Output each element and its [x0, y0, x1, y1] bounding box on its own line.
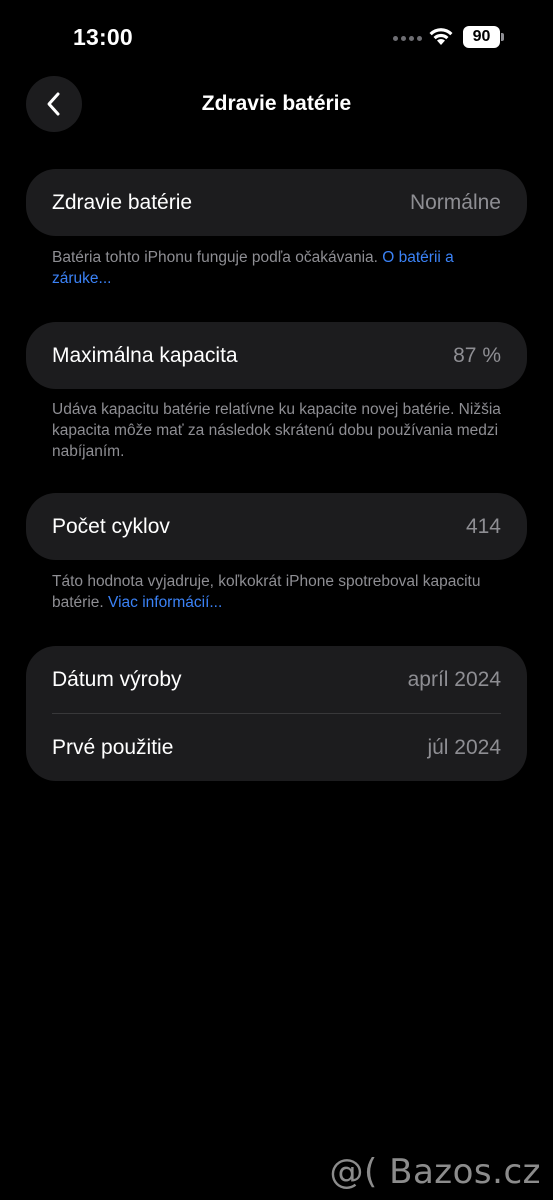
- cycle-count-value: 414: [465, 514, 501, 538]
- max-capacity-card: Maximálna kapacita 87 %: [26, 322, 527, 389]
- cycle-count-card: Počet cyklov 414: [26, 493, 527, 560]
- max-capacity-row: Maximálna kapacita 87 %: [26, 322, 527, 389]
- signal-dots-icon: [393, 36, 422, 41]
- more-info-link[interactable]: Viac informácií...: [108, 594, 222, 611]
- manufacture-date-row: Dátum výroby apríl 2024: [26, 646, 527, 713]
- cycle-count-row: Počet cyklov 414: [26, 493, 527, 560]
- battery-icon: 90: [463, 26, 504, 48]
- battery-health-value: Normálne: [409, 190, 501, 214]
- battery-health-card: Zdravie batérie Normálne: [26, 169, 527, 236]
- battery-health-row: Zdravie batérie Normálne: [26, 169, 527, 236]
- cycle-count-footnote: Táto hodnota vyjadruje, koľkokrát iPhone…: [52, 571, 512, 613]
- first-use-row: Prvé použitie júl 2024: [26, 714, 527, 781]
- battery-health-footnote-text: Batéria tohto iPhonu funguje podľa očaká…: [52, 249, 383, 266]
- page-title: Zdravie batérie: [201, 92, 352, 115]
- max-capacity-label: Maximálna kapacita: [52, 343, 238, 367]
- battery-health-footnote: Batéria tohto iPhonu funguje podľa očaká…: [52, 247, 512, 289]
- first-use-label: Prvé použitie: [52, 735, 174, 759]
- max-capacity-footnote: Udáva kapacitu batérie relatívne ku kapa…: [52, 401, 501, 460]
- battery-health-label: Zdravie batérie: [52, 190, 193, 214]
- cycle-count-label: Počet cyklov: [52, 514, 170, 538]
- max-capacity-value: 87 %: [453, 343, 501, 367]
- dates-card: Dátum výroby apríl 2024 Prvé použitie jú…: [26, 646, 527, 781]
- status-bar: 13:00 90: [0, 0, 553, 70]
- navigation-bar: Zdravie batérie: [0, 74, 553, 136]
- battery-level: 90: [463, 26, 500, 48]
- first-use-value: júl 2024: [427, 735, 501, 759]
- manufacture-date-value: apríl 2024: [407, 667, 501, 691]
- wifi-icon: [429, 28, 453, 45]
- manufacture-date-label: Dátum výroby: [52, 667, 182, 691]
- status-time: 13:00: [73, 24, 133, 50]
- watermark: @( Bazos.cz: [329, 1152, 541, 1192]
